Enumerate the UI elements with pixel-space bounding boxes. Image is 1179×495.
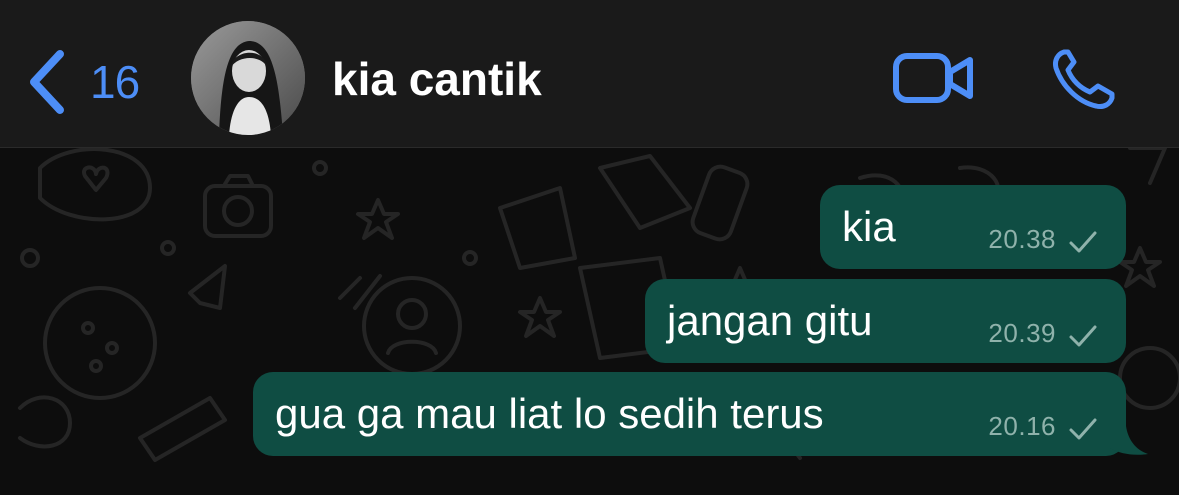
message-text: jangan gitu (667, 297, 873, 344)
message-time: 20.39 (988, 318, 1056, 348)
unread-count: 16 (90, 56, 140, 108)
message-time: 20.16 (988, 411, 1056, 441)
video-call-icon[interactable] (892, 50, 976, 106)
message-bubble[interactable]: gua ga mau liat lo sedih terus 20.16 (253, 372, 1126, 456)
avatar[interactable] (191, 21, 305, 135)
message-bubble[interactable]: kia 20.38 (820, 185, 1126, 269)
chat-header: 16 kia cantik (0, 0, 1179, 148)
back-button[interactable]: 16 (24, 42, 140, 122)
bubble-tail (1110, 426, 1148, 455)
avatar-photo (191, 21, 305, 135)
phone-icon[interactable] (1050, 48, 1118, 110)
message-text: kia (842, 203, 896, 250)
chevron-left-icon (30, 50, 64, 114)
contact-name[interactable]: kia cantik (332, 52, 542, 106)
single-check-icon (1069, 418, 1097, 440)
single-check-icon (1069, 325, 1097, 347)
single-check-icon (1069, 231, 1097, 253)
message-bubble[interactable]: jangan gitu 20.39 (645, 279, 1126, 363)
message-time: 20.38 (988, 224, 1056, 254)
chat-area[interactable]: kia 20.38 jangan gitu 20.39 gua ga mau l… (0, 148, 1179, 495)
message-text: gua ga mau liat lo sedih terus (275, 390, 824, 437)
